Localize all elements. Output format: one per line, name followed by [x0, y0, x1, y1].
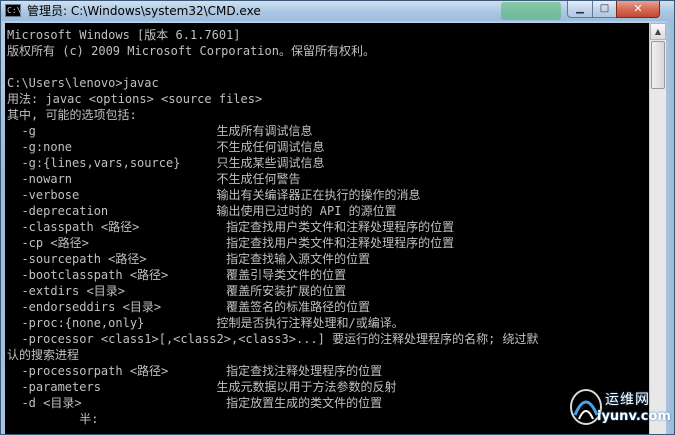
minimize-button[interactable]: ▁: [567, 1, 593, 18]
watermark-site-url: iyunv.com: [597, 409, 671, 424]
scrollbar-thumb[interactable]: [651, 41, 665, 89]
console-line: -cp <路径> 指定查找用户类文件和注释处理程序的位置: [7, 236, 455, 250]
watermark-site-name: 运维网: [605, 392, 650, 408]
console-line: -processorpath <路径> 指定查找注释处理程序的位置: [7, 364, 383, 378]
close-button[interactable]: ✕: [616, 1, 660, 18]
console-line: 其中, 可能的选项包括:: [7, 108, 137, 122]
cmd-window: C:\ 管理员: C:\Windows\system32\CMD.exe ▁ □…: [0, 0, 675, 435]
console-line: Microsoft Windows [版本 6.1.7601]: [7, 28, 241, 42]
site-watermark: 运维网 iyunv.com: [567, 381, 673, 433]
console-line: -sourcepath <路径> 指定查找输入源文件的位置: [7, 252, 371, 266]
console-line: -d <目录> 指定放置生成的类文件的位置: [7, 396, 383, 410]
console-line: -endorseddirs <目录> 覆盖签名的标准路径的位置: [7, 300, 371, 314]
console-line: 认的搜索进程: [7, 348, 80, 362]
console-line: -proc:{none,only} 控制是否执行注释处理和/或编译。: [7, 316, 404, 330]
console-output[interactable]: Microsoft Windows [版本 6.1.7601] 版权所有 (c) …: [5, 23, 649, 434]
console-line: -deprecation 输出使用已过时的 API 的源位置: [7, 204, 397, 218]
vertical-scrollbar[interactable]: ▲: [649, 23, 666, 434]
title-bar[interactable]: C:\ 管理员: C:\Windows\system32\CMD.exe ▁ □…: [1, 1, 674, 21]
console-line: -nowarn 不生成任何警告: [7, 172, 301, 186]
window-frame-right: [666, 21, 674, 434]
console-line: -g:none 不生成任何调试信息: [7, 140, 325, 154]
taskbar-preview-highlight: [501, 2, 561, 20]
console-line: C:\Users\lenovo>javac: [7, 76, 159, 90]
console-line: -g:{lines,vars,source} 只生成某些调试信息: [7, 156, 325, 170]
scroll-up-arrow-icon[interactable]: ▲: [650, 23, 666, 40]
console-line: -parameters 生成元数据以用于方法参数的反射: [7, 380, 397, 394]
console-line: -processor <class1>[,<class2>,<class3>..…: [7, 332, 539, 346]
console-app-icon[interactable]: C:\: [5, 4, 21, 17]
console-line: -classpath <路径> 指定查找用户类文件和注释处理程序的位置: [7, 220, 455, 234]
console-line: -verbose 输出有关编译器正在执行的操作的消息: [7, 188, 421, 202]
console-line: 版权所有 (c) 2009 Microsoft Corporation。保留所有…: [7, 44, 375, 58]
console-line: -g 生成所有调试信息: [7, 124, 313, 138]
console-line: -bootclasspath <路径> 覆盖引导类文件的位置: [7, 268, 347, 282]
console-line: -extdirs <目录> 覆盖所安装扩展的位置: [7, 284, 347, 298]
window-title: 管理员: C:\Windows\system32\CMD.exe: [27, 4, 261, 18]
console-line: 半:: [7, 412, 99, 426]
maximize-button[interactable]: □: [592, 1, 617, 18]
console-line: 用法: javac <options> <source files>: [7, 92, 263, 106]
